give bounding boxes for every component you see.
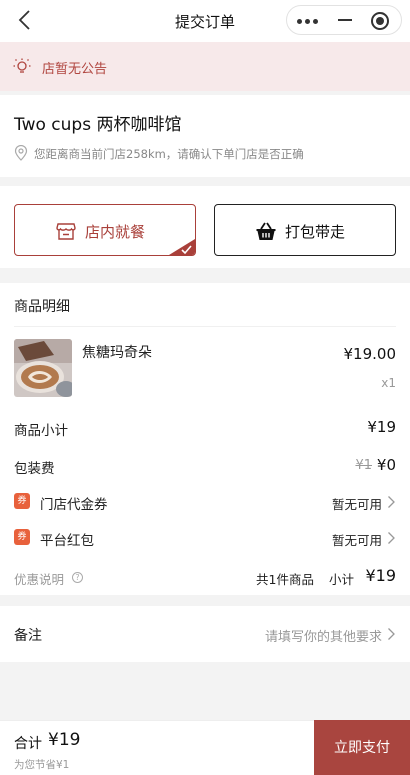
store-coupon-row[interactable]: 券 门店代金券 暂无可用 (14, 491, 396, 513)
store-name: Two cups 两杯咖啡馆 (14, 115, 182, 135)
summary-subtotal-label: 小计 (328, 572, 354, 587)
saved-amount-text: 为您节省¥1 (14, 759, 70, 771)
subtotal-value: ¥19 (367, 418, 396, 436)
notice-text: 店暂无公告 (42, 62, 108, 77)
location-pin-icon (14, 145, 28, 161)
chevron-right-icon[interactable] (387, 531, 396, 545)
pay-now-button[interactable]: 立即支付 (314, 720, 410, 775)
dine-in-label: 店内就餐 (85, 223, 146, 241)
order-detail-section: 商品明细 焦糖玛奇朵 ¥19.00 x1 商品小计 ¥19 包装费 ¥1 ¥0 … (0, 283, 410, 595)
takeaway-button[interactable]: 打包带走 (214, 204, 396, 256)
close-target-icon[interactable] (371, 12, 389, 30)
remark-input[interactable]: 请填写你的其他要求 (265, 626, 382, 645)
takeaway-label: 打包带走 (285, 223, 346, 241)
product-price: ¥19.00 (343, 345, 397, 363)
subtotal-row: 商品小计 ¥19 (14, 417, 396, 439)
checkout-bar: 合计 ¥19 为您节省¥1 立即支付 (0, 720, 410, 775)
summary-subtotal-value: ¥19 (365, 566, 396, 585)
store-distance-text: 您距离商当前门店258km，请确认下单门店是否正确 (34, 147, 304, 161)
lightbulb-icon (13, 58, 31, 73)
remark-row[interactable]: 备注 请填写你的其他要求 (0, 606, 410, 662)
product-name: 焦糖玛奇朵 (82, 345, 152, 361)
red-packet-value[interactable]: 暂无可用 (332, 530, 382, 549)
red-packet-row[interactable]: 券 平台红包 暂无可用 (14, 527, 396, 549)
product-image (14, 339, 72, 397)
basket-icon (256, 222, 276, 240)
section-title: 商品明细 (14, 299, 70, 315)
chevron-right-icon[interactable] (387, 627, 396, 641)
store-coupon-value[interactable]: 暂无可用 (332, 494, 382, 513)
store-info-card: Two cups 两杯咖啡馆 您距离商当前门店258km，请确认下单门店是否正确 (0, 95, 410, 177)
minimize-icon[interactable] (338, 19, 352, 21)
store-icon (56, 223, 76, 240)
more-dots-icon[interactable] (297, 19, 319, 24)
chevron-right-icon[interactable] (387, 495, 396, 509)
store-coupon-label: 门店代金券 (40, 497, 108, 513)
dine-in-button[interactable]: 店内就餐 (14, 204, 196, 256)
selected-check-icon (169, 239, 195, 255)
remark-label: 备注 (14, 628, 42, 644)
total-label: 合计 (14, 736, 42, 752)
store-notice-bar: 店暂无公告 (0, 42, 410, 91)
packing-fee-value: ¥0 (376, 456, 396, 474)
miniprogram-capsule (286, 5, 402, 35)
packing-fee-label: 包装费 (14, 461, 55, 477)
summary-row: 优惠说明 ? 共1件商品 小计 ¥19 (14, 566, 396, 588)
packing-fee-original: ¥1 (355, 458, 372, 473)
item-count: 共1件商品 (256, 572, 314, 587)
total-value: ¥19 (48, 730, 81, 750)
red-packet-label: 平台红包 (40, 533, 94, 549)
coupon-badge-icon: 券 (14, 493, 30, 509)
navigation-bar: 提交订单 (0, 0, 410, 42)
product-quantity: x1 (381, 376, 396, 390)
subtotal-label: 商品小计 (14, 423, 68, 439)
coupon-badge-icon: 券 (14, 529, 30, 545)
discount-help-label[interactable]: 优惠说明 (14, 569, 64, 588)
packing-fee-row: 包装费 ¥1 ¥0 (14, 455, 396, 477)
question-circle-icon[interactable]: ? (72, 572, 83, 583)
divider (14, 326, 396, 327)
order-mode-selector: 店内就餐 打包带走 (0, 186, 410, 268)
